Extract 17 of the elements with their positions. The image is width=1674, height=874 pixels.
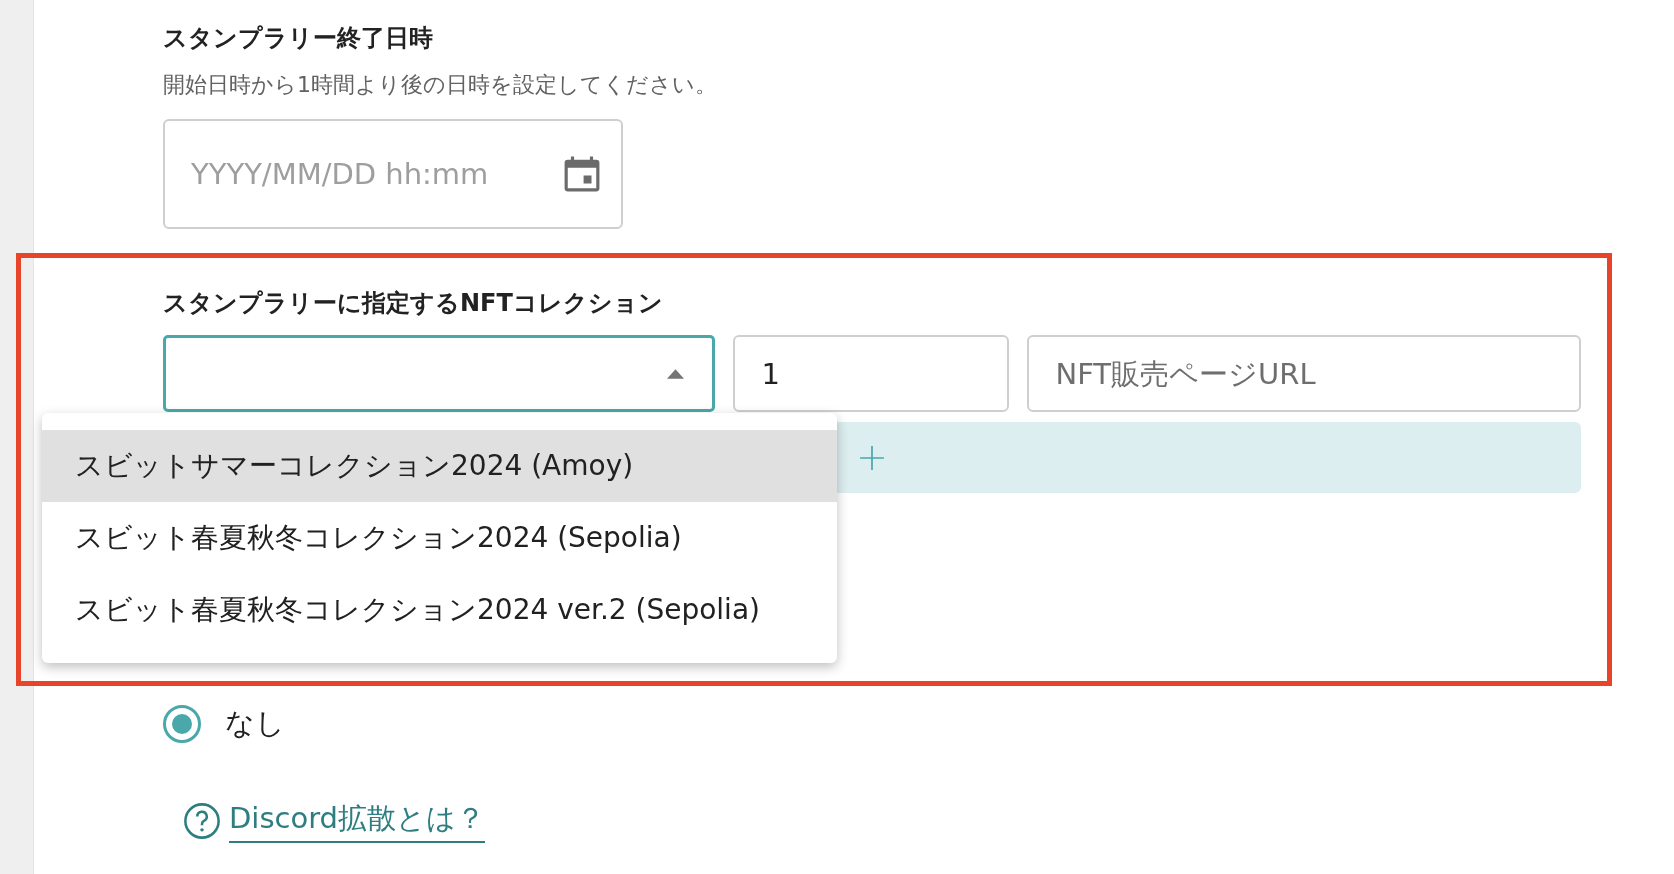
menu-item[interactable]: スビット春夏秋冬コレクション2024 ver.2 (Sepolia) bbox=[42, 574, 837, 646]
collection-select[interactable] bbox=[163, 335, 716, 412]
date-field[interactable]: YYYY/MM/DD hh:mm bbox=[163, 119, 623, 229]
help-icon bbox=[183, 802, 221, 840]
calendar-icon bbox=[563, 154, 601, 194]
radio-label: なし bbox=[225, 705, 285, 742]
menu-item[interactable]: スビットサマーコレクション2024 (Amoy) bbox=[42, 430, 837, 502]
hint-text: 開始日時から1時間より後の日時を設定してください。 bbox=[163, 71, 718, 99]
field-label: スタンプラリーに指定するNFTコレクション bbox=[163, 288, 664, 319]
radio-button[interactable] bbox=[163, 705, 201, 743]
caret-icon bbox=[667, 368, 685, 379]
plus-icon bbox=[859, 444, 885, 471]
quantity-field[interactable]: 1 bbox=[733, 335, 1010, 412]
field-label: スタンプラリー終了日時 bbox=[163, 23, 434, 54]
menu-item[interactable]: スビット春夏秋冬コレクション2024 (Sepolia) bbox=[42, 502, 837, 574]
help-link[interactable]: Discord拡散とは？ bbox=[229, 799, 485, 843]
url-field[interactable]: NFT販売ページURL bbox=[1027, 335, 1581, 412]
